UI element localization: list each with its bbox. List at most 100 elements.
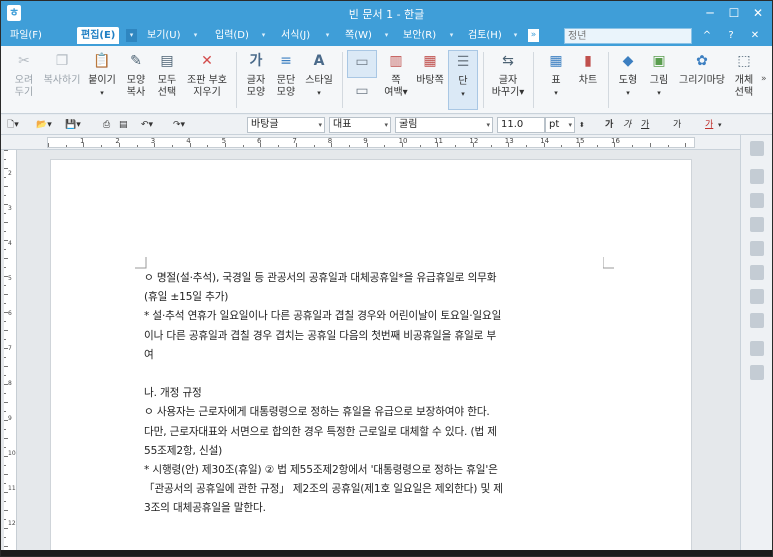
- document-area[interactable]: 2 3 4 5 6 7 8 9 10 11 12 ㅇ 명절(설·추석), 국경일 등 관공서의 공휴…: [1, 150, 740, 550]
- pane-tool-icon[interactable]: [750, 217, 764, 232]
- menu-more-icon[interactable]: »: [528, 29, 539, 42]
- document-line[interactable]: ㅇ 명절(설·추석), 국경일 등 관공서의 공휴일과 대체공휴일*을 유급휴일…: [144, 270, 602, 285]
- document-line[interactable]: 여: [144, 347, 602, 362]
- horizontal-ruler[interactable]: 1 2 3 4 5 6 7 8 9 10 11 12 13 14 15 16: [1, 135, 740, 150]
- shape-button[interactable]: ◆ 도형 ▾: [613, 50, 643, 110]
- language-select[interactable]: 대표 ▾: [329, 117, 391, 133]
- char-shape-button[interactable]: 가 글자 모양: [241, 50, 271, 110]
- menu-format-dropdown-icon[interactable]: ▾: [322, 29, 333, 42]
- menu-page-dropdown-icon[interactable]: ▾: [381, 29, 392, 42]
- cut-button[interactable]: ✂ 오려 두기: [7, 50, 41, 110]
- table-dropdown-icon[interactable]: ▾: [541, 87, 571, 99]
- pane-tool-icon[interactable]: [750, 365, 764, 380]
- font-color-dropdown-icon[interactable]: ▾: [718, 118, 722, 132]
- menu-insert[interactable]: 입력(D): [211, 27, 253, 44]
- style-button[interactable]: A 스타일 ▾: [302, 50, 336, 110]
- drawing-gallery-button[interactable]: ✿ 그리기마당: [676, 50, 728, 110]
- font-unit-select[interactable]: pt ▾: [545, 117, 575, 133]
- help-icon[interactable]: ?: [723, 28, 739, 43]
- menu-review-dropdown-icon[interactable]: ▾: [510, 29, 521, 42]
- style-select-dropdown-icon[interactable]: ▾: [318, 118, 322, 132]
- italic-button[interactable]: 가: [623, 118, 631, 132]
- save-icon[interactable]: 💾▾: [65, 118, 81, 132]
- document-line[interactable]: 「관공서의 공휴일에 관한 규정」 제2조의 공휴일(제1호 일요일은 제외한다…: [144, 481, 602, 496]
- menu-insert-dropdown-icon[interactable]: ▾: [258, 29, 269, 42]
- font-select[interactable]: 굴림 ▾: [395, 117, 493, 133]
- paste-dropdown-icon[interactable]: ▾: [85, 87, 119, 99]
- style-dropdown-icon[interactable]: ▾: [302, 87, 336, 99]
- font-select-dropdown-icon[interactable]: ▾: [486, 118, 490, 132]
- document-line[interactable]: 다만, 근로자대표와 서면으로 합의한 경우 특정한 근로일로 대체할 수 있다…: [144, 424, 602, 439]
- page-layout-button[interactable]: ▭: [347, 80, 377, 108]
- copy-button[interactable]: ❐ 복사하기: [41, 50, 83, 110]
- font-color-button[interactable]: 가: [705, 118, 713, 132]
- strikethrough-button[interactable]: 가: [673, 118, 681, 132]
- pane-tool-icon[interactable]: [750, 241, 764, 256]
- pane-tool-icon[interactable]: [750, 169, 764, 184]
- paste-button[interactable]: 📋 붙이기 ▾: [85, 50, 119, 110]
- undo-icon[interactable]: ↶▾: [141, 118, 153, 132]
- font-size-stepper-icon[interactable]: ⬍: [579, 118, 585, 132]
- margin-button[interactable]: ▥ 쪽 여백▾: [379, 50, 413, 110]
- menu-security-dropdown-icon[interactable]: ▾: [446, 29, 457, 42]
- picture-dropdown-icon[interactable]: ▾: [644, 87, 674, 99]
- bold-button[interactable]: 가: [605, 118, 613, 132]
- close-document-icon[interactable]: ✕: [747, 28, 763, 43]
- menu-file[interactable]: 파일(F): [6, 27, 46, 44]
- menu-view-dropdown-icon[interactable]: ▾: [190, 29, 201, 42]
- master-page-button[interactable]: ▦ 바탕쪽: [413, 50, 447, 110]
- ribbon-more-icon[interactable]: »: [761, 72, 767, 86]
- close-icon[interactable]: ✕: [747, 3, 769, 23]
- pane-tool-icon[interactable]: [750, 141, 764, 156]
- pane-tool-icon[interactable]: [750, 193, 764, 208]
- table-button[interactable]: ▦ 표 ▾: [541, 50, 571, 110]
- underline-button[interactable]: 가: [641, 118, 649, 132]
- menu-format[interactable]: 서식(J): [277, 27, 314, 44]
- document-page[interactable]: ㅇ 명절(설·추석), 국경일 등 관공서의 공휴일과 대체공휴일*을 유급휴일…: [51, 160, 691, 550]
- replace-char-button[interactable]: ⇆ 글자 바꾸기▾: [489, 50, 527, 110]
- minimize-icon[interactable]: ─: [699, 3, 721, 23]
- menu-edit-dropdown-icon[interactable]: ▾: [126, 29, 137, 42]
- page-view-button[interactable]: ▭: [347, 50, 377, 78]
- document-line[interactable]: 3조의 대체공휴일을 말한다.: [144, 500, 602, 515]
- document-line[interactable]: ㅇ 사용자는 근로자에게 대통령령으로 정하는 휴일을 유급으로 보장하여야 한…: [144, 404, 602, 419]
- document-line[interactable]: 이나 다른 공휴일과 겹칠 경우 겹치는 공휴일 다음의 첫번째 비공휴일을 휴…: [144, 328, 602, 343]
- style-select[interactable]: 바탕글 ▾: [247, 117, 325, 133]
- menu-edit[interactable]: 편집(E): [77, 27, 120, 44]
- pane-tool-icon[interactable]: [750, 289, 764, 304]
- object-select-button[interactable]: ⬚ 개체 선택: [729, 50, 759, 110]
- document-line[interactable]: 55조제2항, 신설): [144, 443, 602, 458]
- shape-dropdown-icon[interactable]: ▾: [613, 87, 643, 99]
- document-line[interactable]: 나. 개정 규정: [144, 385, 602, 400]
- pane-tool-icon[interactable]: [750, 265, 764, 280]
- document-line[interactable]: * 설·추석 연휴가 일요일이나 다른 공휴일과 겹칠 경우와 어린이날이 토요…: [144, 308, 602, 323]
- menu-page[interactable]: 쪽(W): [341, 27, 376, 44]
- pane-tool-icon[interactable]: [750, 313, 764, 328]
- preview-icon[interactable]: ▤: [119, 118, 128, 132]
- print-icon[interactable]: ⎙: [103, 118, 110, 132]
- document-line[interactable]: * 시행령(안) 제30조(휴일) ② 법 제55조제2항에서 '대통령령으로 …: [144, 462, 602, 477]
- language-select-dropdown-icon[interactable]: ▾: [384, 118, 388, 132]
- font-unit-dropdown-icon[interactable]: ▾: [568, 118, 572, 132]
- new-document-icon[interactable]: 🗋▾: [7, 118, 19, 132]
- font-size-input[interactable]: 11.0: [497, 117, 545, 133]
- para-shape-button[interactable]: ≡ 문단 모양: [271, 50, 301, 110]
- format-painter-button[interactable]: ✎ 모양 복사: [121, 50, 151, 110]
- menu-view[interactable]: 보기(U): [143, 27, 185, 44]
- title-bar[interactable]: ㅎ 빈 문서 1 - 한글 ─ ☐ ✕: [1, 1, 772, 25]
- erase-marks-button[interactable]: ✕ 조판 부호 지우기: [184, 50, 230, 110]
- columns-dropdown-icon[interactable]: ▾: [449, 88, 477, 100]
- columns-button[interactable]: ☰ 단 ▾: [448, 50, 478, 110]
- picture-button[interactable]: ▣ 그림 ▾: [644, 50, 674, 110]
- select-all-button[interactable]: ▤ 모두 선택: [152, 50, 182, 110]
- style-search-input[interactable]: [564, 28, 692, 44]
- chart-button[interactable]: ▮ 차트: [573, 50, 603, 110]
- menu-review[interactable]: 검토(H): [464, 27, 506, 44]
- maximize-icon[interactable]: ☐: [723, 3, 745, 23]
- document-line[interactable]: (휴일 ±15일 추가): [144, 289, 602, 304]
- pane-tool-icon[interactable]: [750, 341, 764, 356]
- collapse-ribbon-icon[interactable]: ^: [699, 28, 715, 43]
- redo-icon[interactable]: ↷▾: [173, 118, 185, 132]
- vertical-ruler[interactable]: 2 3 4 5 6 7 8 9 10 11 12: [4, 150, 17, 550]
- menu-security[interactable]: 보안(R): [399, 27, 440, 44]
